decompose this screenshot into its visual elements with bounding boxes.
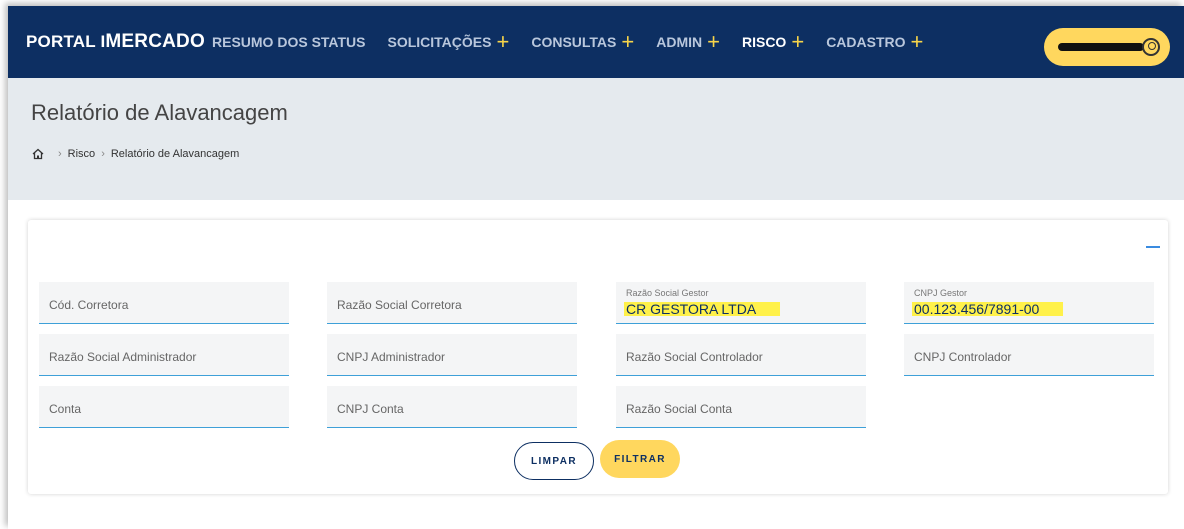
nav-menu: RESUMO DOS STATUS SOLICITAÇÕES + CONSULT… [212, 29, 945, 54]
user-icon [1142, 38, 1160, 56]
cnpj-controlador-placeholder: CNPJ Controlador [914, 350, 1012, 364]
razao-social-controlador-field[interactable]: Razão Social Controlador [616, 334, 866, 376]
clear-button[interactable]: LIMPAR [514, 442, 594, 480]
razao-social-gestor-field[interactable]: Razão Social Gestor CR GESTORA LTDA [616, 282, 866, 324]
cnpj-administrador-field[interactable]: CNPJ Administrador [327, 334, 577, 376]
brand-part2: Mercado [105, 31, 205, 52]
plus-icon: + [707, 29, 720, 54]
nav-item-label: CADASTRO [826, 34, 906, 50]
nav-item-label: CONSULTAS [531, 34, 617, 50]
conta-field[interactable]: Conta [39, 386, 289, 428]
plus-icon: + [791, 29, 805, 54]
razao-social-gestor-label: Razão Social Gestor [626, 288, 709, 298]
razao-social-administrador-placeholder: Razão Social Administrador [49, 350, 197, 364]
cnpj-gestor-label: CNPJ Gestor [914, 288, 968, 298]
plus-icon: + [496, 29, 510, 54]
conta-placeholder: Conta [49, 402, 82, 416]
nav-item-label: RISCO [741, 34, 787, 50]
cnpj-gestor-value: 00.123.456/7891-00 [912, 302, 1064, 316]
razao-social-corretora-field[interactable]: Razão Social Corretora [327, 282, 577, 324]
razao-social-conta-field[interactable]: Razão Social Conta [616, 386, 866, 428]
user-menu-button[interactable] [1044, 28, 1170, 66]
page-title: Relatório de Alavancagem [31, 100, 288, 125]
filter-button[interactable]: FILTRAR [600, 440, 680, 478]
collapse-icon[interactable] [1146, 246, 1160, 248]
nav-item-solicitacoes[interactable]: SOLICITAÇÕES + [387, 29, 510, 54]
brand-logo[interactable]: Portal iMercado [26, 31, 212, 53]
razao-social-conta-placeholder: Razão Social Conta [626, 402, 733, 416]
razao-social-corretora-placeholder: Razão Social Corretora [337, 298, 462, 312]
nav-item-label: ADMIN [656, 34, 703, 50]
cnpj-controlador-field[interactable]: CNPJ Controlador [904, 334, 1154, 376]
nav-item-admin[interactable]: ADMIN + [656, 29, 720, 54]
plus-icon: + [910, 29, 924, 54]
app-frame: Portal iMercado RESUMO DOS STATUS SOLICI… [8, 6, 1184, 529]
breadcrumb-current: Relatório de Alavancagem [110, 148, 240, 160]
cod-corretora-placeholder: Cód. Corretora [49, 298, 129, 312]
brand-part1: Portal i [26, 32, 106, 51]
breadcrumb-risco[interactable]: Risco [68, 148, 96, 160]
cod-corretora-field[interactable]: Cód. Corretora [39, 282, 289, 324]
cnpj-conta-field[interactable]: CNPJ Conta [327, 386, 577, 428]
breadcrumb: › Risco › Relatório de Alavancagem [32, 148, 239, 160]
nav-item-resumo-dos-status[interactable]: RESUMO DOS STATUS [212, 34, 366, 50]
razao-social-gestor-value: CR GESTORA LTDA [624, 302, 781, 316]
redacted-username [1058, 43, 1144, 51]
breadcrumb-separator: › [101, 148, 105, 160]
nav-item-label: SOLICITAÇÕES [387, 34, 492, 50]
breadcrumb-separator: › [58, 148, 62, 160]
top-navbar: Portal iMercado RESUMO DOS STATUS SOLICI… [8, 6, 1184, 78]
plus-icon: + [621, 29, 635, 54]
nav-item-consultas[interactable]: CONSULTAS + [531, 29, 635, 54]
cnpj-administrador-placeholder: CNPJ Administrador [337, 350, 446, 364]
cnpj-conta-placeholder: CNPJ Conta [337, 402, 404, 416]
home-icon[interactable] [32, 148, 44, 160]
nav-item-label: RESUMO DOS STATUS [212, 34, 366, 50]
nav-item-risco[interactable]: RISCO + [741, 29, 805, 54]
razao-social-controlador-placeholder: Razão Social Controlador [626, 350, 763, 364]
filter-card: Cód. Corretora Razão Social Corretora Ra… [28, 220, 1168, 494]
nav-item-cadastro[interactable]: CADASTRO + [826, 29, 924, 54]
cnpj-gestor-field[interactable]: CNPJ Gestor 00.123.456/7891-00 [904, 282, 1154, 324]
razao-social-administrador-field[interactable]: Razão Social Administrador [39, 334, 289, 376]
page-header: Relatório de Alavancagem › Risco › Relat… [8, 78, 1184, 200]
